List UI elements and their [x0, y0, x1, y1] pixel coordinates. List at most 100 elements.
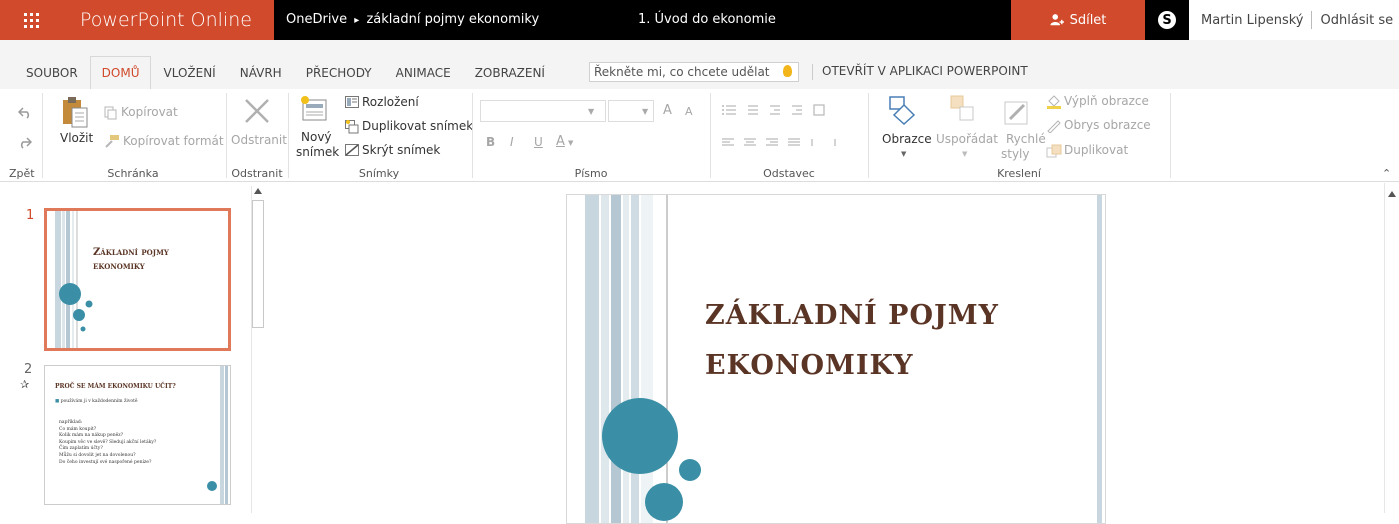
font-color-button[interactable]: A	[556, 134, 565, 149]
bold-button[interactable]: B	[486, 135, 495, 149]
group-clipboard: Vložit Kopírovat Kopírovat formát Schrán…	[44, 89, 224, 182]
duplicate-shape-button[interactable]: Duplikovat	[1064, 143, 1128, 157]
app-launcher-button[interactable]	[0, 0, 62, 40]
fill-button[interactable]: Výplň obrazce	[1064, 94, 1149, 108]
new-slide-icon[interactable]	[300, 95, 328, 123]
add-person-icon	[1050, 14, 1064, 26]
delete-label[interactable]: Odstranit	[231, 133, 287, 147]
editor-scroll-up-arrow-icon[interactable]	[1388, 191, 1396, 197]
tab-soubor[interactable]: SOUBOR	[0, 40, 90, 89]
slide-title-line1: ZÁKLADNÍ POJMY	[705, 300, 999, 331]
open-in-app-button[interactable]: OTEVŘÍT V APLIKACI POWERPOINT	[822, 64, 1028, 78]
hide-slide-icon	[345, 144, 359, 156]
arrange-button[interactable]: Uspořádat	[936, 132, 998, 146]
hide-slide-button[interactable]: Skrýt snímek	[362, 143, 440, 157]
waffle-icon	[23, 12, 39, 28]
quick-styles-label-1[interactable]: Rychlé	[1006, 132, 1046, 146]
paste-icon[interactable]	[62, 96, 88, 128]
group-paragraph: Odstavec	[712, 89, 866, 182]
user-area: Martin Lipenský Odhlásit se	[1189, 0, 1399, 40]
tab-domu[interactable]: DOMŮ	[89, 40, 152, 89]
arrange-icon[interactable]	[950, 95, 976, 123]
duplicate-slide-button[interactable]: Duplikovat snímek	[362, 119, 473, 133]
redo-icon[interactable]	[18, 137, 32, 149]
delete-icon[interactable]	[244, 98, 270, 124]
breadcrumb-onedrive[interactable]: OneDrive	[286, 12, 347, 27]
document-title[interactable]: 1. Úvod do ekonomie	[638, 0, 776, 40]
lightbulb-icon	[783, 65, 792, 77]
share-button[interactable]: Sdílet	[1011, 0, 1145, 40]
thumbnail-2-title: PROČ SE MÁM EKONOMIKU UČIT?	[55, 383, 176, 390]
thumbnail-number-1: 1	[26, 208, 35, 223]
layout-icon	[345, 96, 359, 108]
skype-icon: S	[1158, 11, 1176, 29]
duplicate-slide-icon	[345, 120, 359, 134]
quick-styles-label-2[interactable]: styly	[1001, 147, 1030, 161]
menu-divider	[812, 64, 813, 80]
skype-button[interactable]: S	[1145, 0, 1189, 40]
new-slide-label-2[interactable]: snímek	[296, 145, 339, 159]
chevron-down-icon: ▼	[568, 139, 574, 147]
grow-font-button[interactable]: A	[663, 103, 672, 118]
tab-navrh[interactable]: NÁVRH	[228, 40, 294, 89]
animation-star-icon: ✰	[20, 378, 30, 391]
thumbnail-1-title-line1: Základní pojmy	[93, 247, 169, 258]
tab-prechody[interactable]: PŘECHODY	[294, 40, 384, 89]
group-separator	[868, 93, 869, 178]
group-label-undo: Zpět	[9, 167, 35, 180]
shapes-button[interactable]: Obrazce	[882, 132, 932, 146]
copy-icon	[104, 106, 117, 120]
fill-icon	[1047, 95, 1061, 109]
editor-scrollbar[interactable]	[1384, 183, 1399, 513]
duplicate-shape-icon	[1046, 144, 1062, 158]
paragraph-align-icons[interactable]	[722, 138, 852, 148]
underline-button[interactable]: U	[534, 135, 543, 149]
group-separator	[288, 93, 289, 178]
layout-button[interactable]: Rozložení	[362, 95, 419, 109]
italic-button[interactable]: I	[510, 135, 514, 149]
tell-me-input[interactable]: Řekněte mi, co chcete udělat	[589, 62, 799, 82]
app-name[interactable]: PowerPoint Online	[62, 0, 274, 40]
top-bar: PowerPoint Online OneDrive ▸ základní po…	[0, 0, 1399, 40]
share-label: Sdílet	[1069, 12, 1107, 28]
shapes-icon[interactable]	[888, 95, 918, 125]
slide-thumbnail-2[interactable]: PROČ SE MÁM EKONOMIKU UČIT? ■ používám j…	[44, 365, 231, 505]
group-slides: Nový snímek Rozložení Duplikovat snímek …	[290, 89, 473, 182]
group-label-delete: Odstranit	[231, 167, 283, 180]
new-slide-label-1[interactable]: Nový	[301, 130, 332, 144]
group-separator	[1170, 93, 1171, 178]
outline-button[interactable]: Obrys obrazce	[1064, 118, 1151, 132]
shrink-font-button[interactable]: A	[685, 105, 693, 118]
paste-label[interactable]: Vložit	[60, 131, 93, 145]
current-slide[interactable]: ZÁKLADNÍ POJMY EKONOMIKY	[566, 194, 1106, 524]
chevron-down-icon: ▼	[642, 107, 649, 116]
scroll-up-arrow-icon[interactable]	[254, 188, 262, 194]
group-label-font: Písmo	[574, 167, 608, 180]
copy-button[interactable]: Kopírovat	[121, 105, 178, 119]
group-separator	[710, 93, 711, 178]
tell-me-placeholder: Řekněte mi, co chcete udělat	[594, 65, 770, 79]
quick-styles-icon[interactable]	[1002, 99, 1032, 127]
ribbon: Zpět Vložit Kopírovat Kopírovat formát S…	[0, 89, 1399, 182]
thumbnail-2-line: Můžu si dovolit jet na dovolenou?	[59, 452, 136, 458]
tab-animace[interactable]: ANIMACE	[384, 40, 463, 89]
slide-thumbnail-1[interactable]: Základní pojmy ekonomiky	[44, 208, 231, 351]
slide-thumbnail-1-art	[55, 211, 93, 348]
tab-zobrazeni[interactable]: ZOBRAZENÍ	[463, 40, 557, 89]
collapse-ribbon-icon[interactable]: ⌃	[1382, 167, 1391, 180]
user-name[interactable]: Martin Lipenský	[1201, 13, 1303, 28]
thumbnail-scrollbar-thumb[interactable]	[252, 200, 264, 328]
paragraph-list-icons[interactable]	[722, 104, 852, 118]
undo-icon[interactable]	[18, 107, 32, 119]
group-label-paragraph: Odstavec	[763, 167, 815, 180]
group-separator	[472, 93, 473, 178]
format-painter-button[interactable]: Kopírovat formát	[123, 134, 224, 148]
signout-link[interactable]: Odhlásit se	[1320, 13, 1393, 28]
chevron-down-icon: ▼	[962, 150, 968, 158]
tab-vlozeni[interactable]: VLOŽENÍ	[151, 40, 227, 89]
user-separator	[1311, 11, 1313, 29]
slide-title[interactable]: ZÁKLADNÍ POJMY EKONOMIKY	[705, 291, 1085, 391]
thumbnail-2-line: Do čeho investují své naspořené peníze?	[59, 459, 152, 465]
thumbnail-2-bullet: používám ji v každodenním životě	[60, 399, 138, 404]
breadcrumb-folder[interactable]: základní pojmy ekonomiky	[366, 12, 539, 27]
